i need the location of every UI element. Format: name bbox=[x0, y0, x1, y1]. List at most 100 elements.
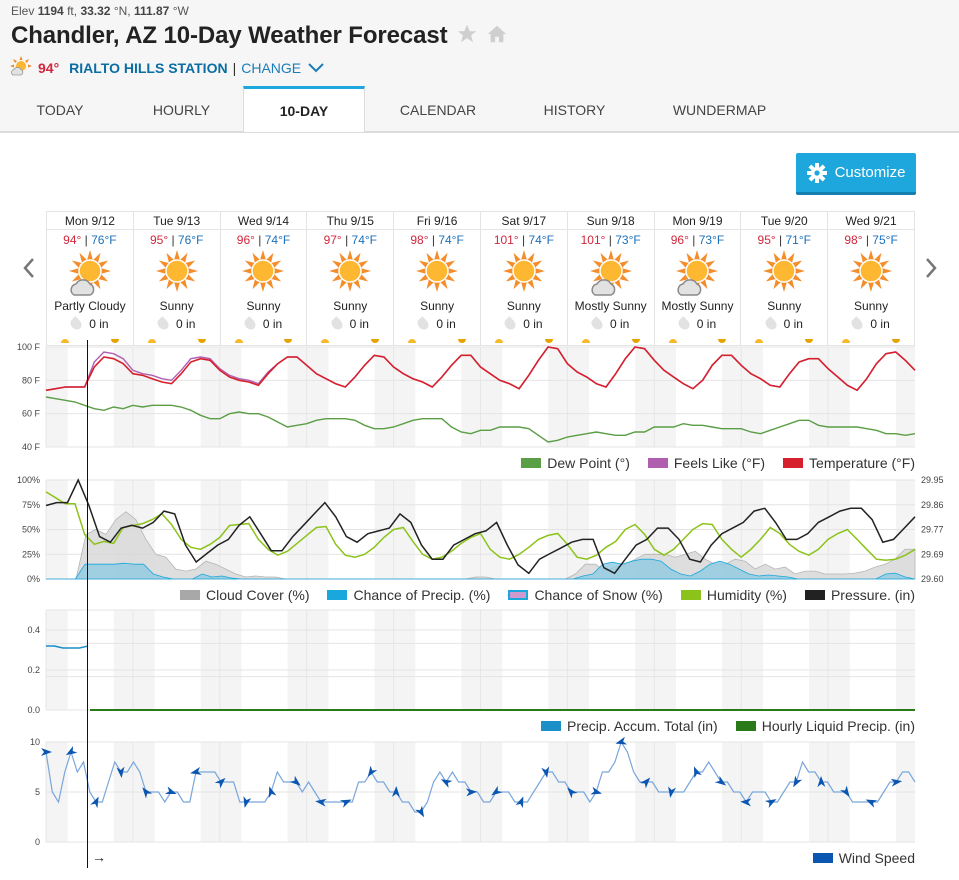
night-band bbox=[393, 347, 416, 447]
raindrop-icon bbox=[502, 316, 518, 332]
night-band bbox=[741, 610, 763, 710]
sunny-icon bbox=[329, 250, 372, 292]
day-column[interactable]: Sun 9/18 101° | 73°F Mostly Sunny 0 in bbox=[567, 212, 655, 345]
night-band bbox=[113, 347, 133, 447]
sunny-icon bbox=[502, 250, 545, 292]
partly-cloudy-icon bbox=[589, 250, 632, 296]
sunny-icon bbox=[763, 250, 806, 292]
legend-chance-precip[interactable]: Chance of Precip. (%) bbox=[327, 587, 490, 603]
legend-dew-point[interactable]: Dew Point (°) bbox=[521, 455, 630, 471]
lat-unit: °N, bbox=[113, 4, 131, 18]
precip-legend: Precip. Accum. Total (in) Hourly Liquid … bbox=[541, 718, 915, 734]
change-station-button[interactable]: CHANGE bbox=[241, 60, 325, 76]
y-tick-label: 40 F bbox=[22, 442, 41, 452]
legend-pressure[interactable]: Pressure. (in) bbox=[804, 587, 915, 603]
longitude-value: 111.87 bbox=[133, 4, 170, 18]
day-column[interactable]: Thu 9/15 97° | 74°F Sunny 0 in bbox=[307, 212, 395, 345]
tab-history[interactable]: HISTORY bbox=[511, 88, 638, 132]
day-column[interactable]: Mon 9/12 94° | 76°F Partly Cloudy 0 in bbox=[47, 212, 134, 345]
y-tick-label: 0 bbox=[35, 837, 40, 847]
night-band bbox=[828, 610, 850, 710]
y-tick-label-right: 29.77 bbox=[921, 525, 944, 535]
day-column[interactable]: Sat 9/17 101° | 74°F Sunny 0 in bbox=[480, 212, 568, 345]
legend-feels-like[interactable]: Feels Like (°F) bbox=[647, 455, 765, 471]
day-temps: 101° | 73°F bbox=[568, 233, 654, 247]
tab-calendar[interactable]: CALENDAR bbox=[365, 88, 511, 132]
elev-label: Elev bbox=[11, 4, 35, 18]
night-band bbox=[200, 347, 220, 447]
night-band bbox=[828, 347, 850, 447]
tab-today[interactable]: TODAY bbox=[0, 88, 120, 132]
legend-swatch bbox=[508, 590, 529, 600]
legend-label: Temperature (°F) bbox=[809, 455, 915, 471]
raindrop-icon bbox=[589, 316, 605, 332]
precip-value: 0 in bbox=[89, 317, 109, 331]
raindrop-icon bbox=[155, 316, 171, 332]
y-tick-label: 80 F bbox=[22, 375, 41, 385]
night-band bbox=[200, 610, 220, 710]
precip-amount: 0 in bbox=[47, 316, 133, 332]
current-time-marker bbox=[87, 340, 88, 868]
condition-text: Sunny bbox=[159, 299, 194, 313]
partly-cloudy-icon bbox=[10, 56, 32, 79]
night-band bbox=[722, 610, 742, 710]
previous-days-button[interactable] bbox=[22, 255, 36, 286]
raindrop-icon bbox=[68, 316, 84, 332]
lon-unit: °W bbox=[172, 4, 189, 18]
day-name: Fri 9/16 bbox=[394, 212, 480, 230]
legend-chance-snow[interactable]: Chance of Snow (%) bbox=[508, 587, 663, 603]
tab-wundermap[interactable]: WUNDERMAP bbox=[638, 88, 801, 132]
change-label: CHANGE bbox=[241, 59, 302, 76]
y-tick-label-right: 29.95 bbox=[921, 475, 944, 485]
precip-amount: 0 in bbox=[307, 316, 393, 332]
y-tick-label: 60 F bbox=[22, 409, 41, 419]
humidity-pressure-chart: 100% 75% 50% 25% 0% 29.95 29.86 29.77 29.69 29.60 bbox=[17, 475, 944, 584]
legend-temperature[interactable]: Temperature (°F) bbox=[783, 455, 915, 471]
low-temp: 73°F bbox=[615, 233, 641, 247]
day-column[interactable]: Wed 9/21 98° | 75°F Sunny 0 in bbox=[828, 212, 914, 345]
page-title: Chandler, AZ 10-Day Weather Forecast bbox=[11, 22, 448, 49]
y-tick-label-right: 29.60 bbox=[921, 574, 944, 584]
y-tick-label: 0% bbox=[27, 574, 40, 584]
day-name: Wed 9/21 bbox=[828, 212, 914, 230]
precip-amount: 0 in bbox=[568, 316, 654, 332]
day-column[interactable]: Wed 9/14 96° | 74°F Sunny 0 in bbox=[220, 212, 308, 345]
legend-humidity[interactable]: Humidity (%) bbox=[680, 587, 787, 603]
star-icon[interactable] bbox=[456, 23, 478, 50]
legend-hourly-precip[interactable]: Hourly Liquid Precip. (in) bbox=[735, 718, 915, 734]
raindrop-icon bbox=[242, 316, 258, 332]
customize-label: Customize bbox=[834, 164, 906, 181]
precip-value: 0 in bbox=[783, 317, 803, 331]
wind-chart: 10 5 0 bbox=[30, 736, 916, 847]
y-tick-label: 100 F bbox=[17, 342, 41, 352]
day-column[interactable]: Mon 9/19 96° | 73°F Mostly Sunny 0 in bbox=[654, 212, 742, 345]
night-band bbox=[219, 347, 242, 447]
legend-label: Precip. Accum. Total (in) bbox=[567, 718, 718, 734]
legend-label: Hourly Liquid Precip. (in) bbox=[761, 718, 915, 734]
night-band bbox=[113, 610, 133, 710]
day-column[interactable]: Fri 9/16 98° | 74°F Sunny 0 in bbox=[394, 212, 481, 345]
raindrop-icon bbox=[849, 316, 866, 332]
elevation-coords: Elev 1194 ft, 33.32 °N, 111.87 °W bbox=[11, 4, 189, 18]
legend-precip-accum[interactable]: Precip. Accum. Total (in) bbox=[541, 718, 718, 734]
tab-10-day[interactable]: 10-DAY bbox=[243, 86, 365, 132]
next-days-button[interactable] bbox=[924, 255, 938, 286]
legend-cloud-cover[interactable]: Cloud Cover (%) bbox=[180, 587, 309, 603]
tab-hourly[interactable]: HOURLY bbox=[120, 88, 243, 132]
day-column[interactable]: Tue 9/20 95° | 71°F Sunny 0 in bbox=[741, 212, 829, 345]
customize-button[interactable]: Customize bbox=[796, 153, 916, 195]
day-temps: 96° | 73°F bbox=[655, 233, 741, 247]
low-temp: 71°F bbox=[785, 233, 811, 247]
y-tick-label: 0.0 bbox=[27, 705, 40, 715]
elevation-value: 1194 bbox=[37, 4, 64, 18]
night-band bbox=[480, 347, 503, 447]
high-temp: 95° bbox=[757, 233, 776, 247]
legend-wind-speed[interactable]: Wind Speed bbox=[812, 850, 915, 866]
y-tick-label: 50% bbox=[22, 525, 40, 535]
day-column[interactable]: Tue 9/13 95° | 76°F Sunny 0 in bbox=[133, 212, 221, 345]
day-temps: 97° | 74°F bbox=[307, 233, 393, 247]
station-name[interactable]: RIALTO HILLS STATION bbox=[69, 60, 227, 76]
legend-label: Dew Point (°) bbox=[547, 455, 630, 471]
home-icon[interactable] bbox=[486, 23, 508, 50]
day-name: Mon 9/12 bbox=[47, 212, 133, 230]
